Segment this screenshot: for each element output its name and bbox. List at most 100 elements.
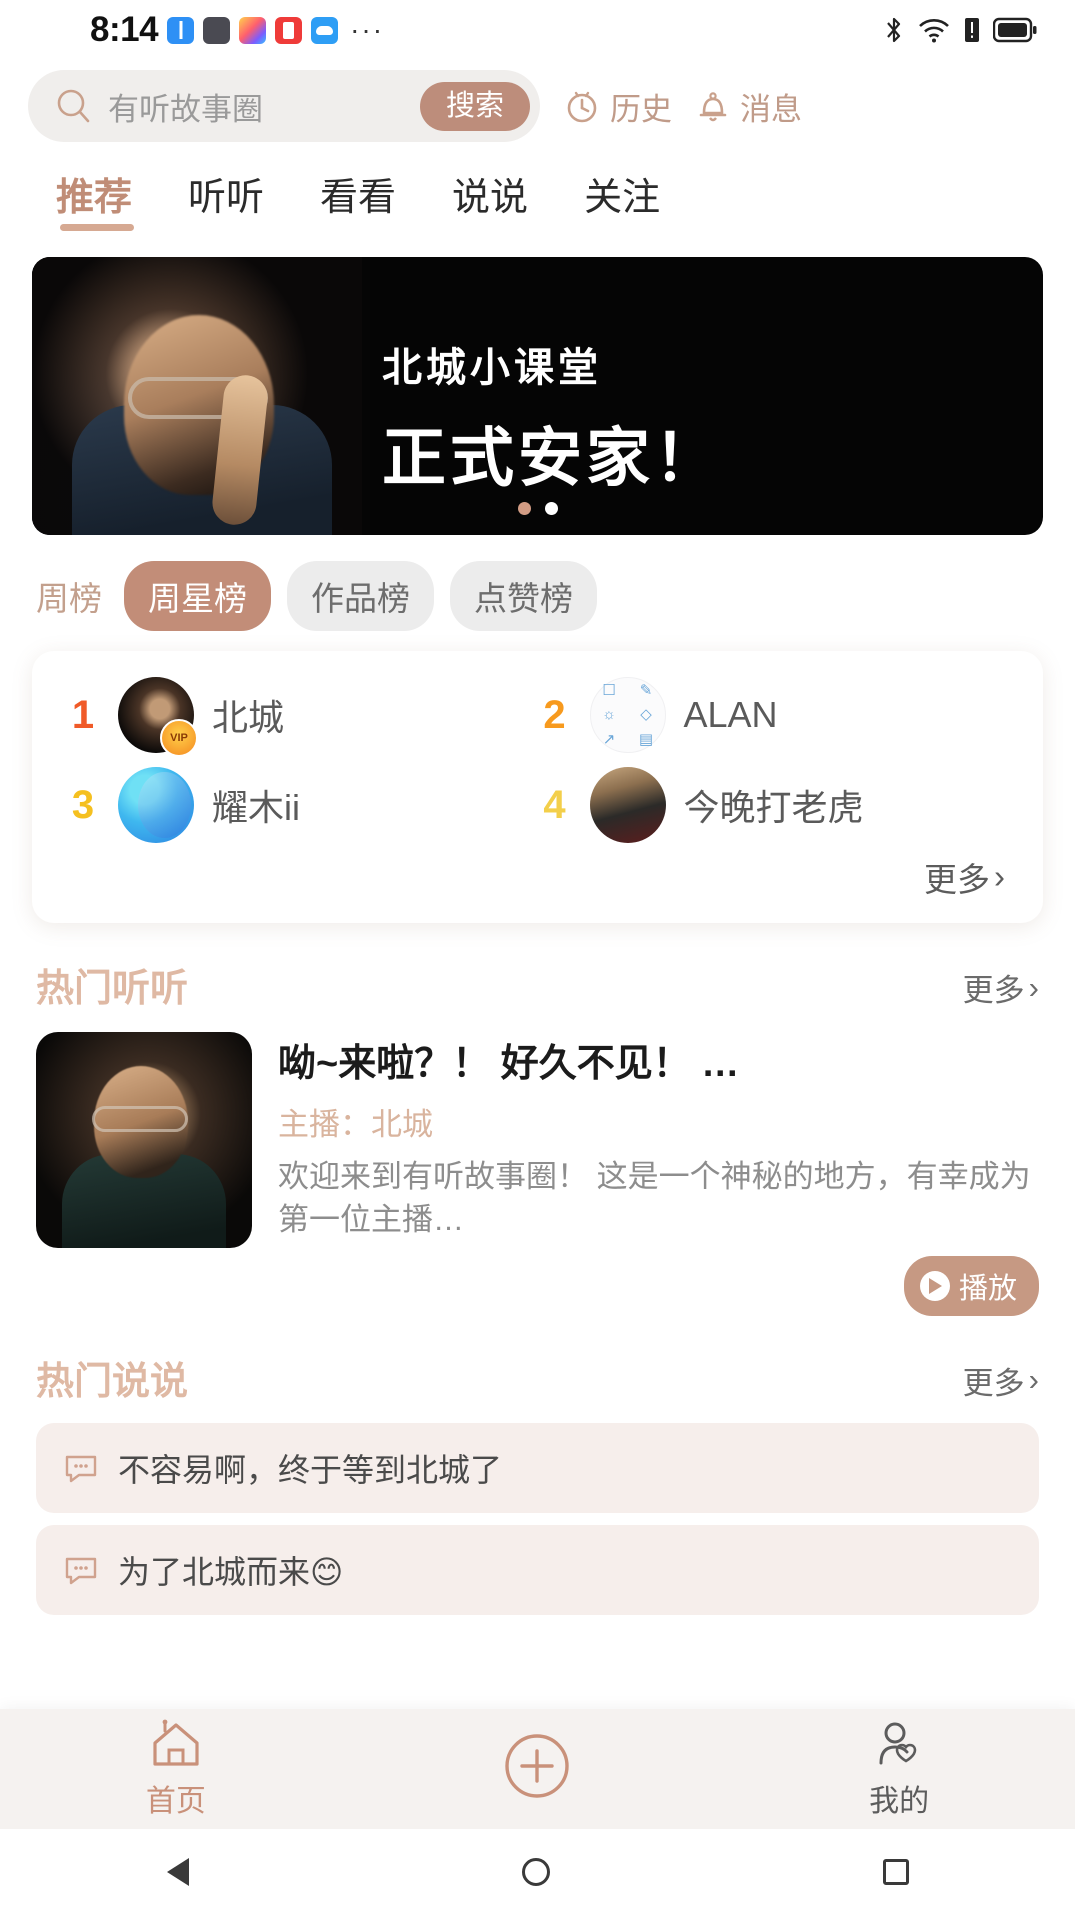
audio-card[interactable]: 呦~来啦？！ 好久不见！ … 主播：北城 欢迎来到有听故事圈！ 这是一个神秘的地… [0, 1012, 1075, 1316]
list-item[interactable]: 不容易啊，终于等到北城了 [36, 1422, 1039, 1513]
category-tabs: 推荐 听听 看看 说说 关注 [0, 152, 1075, 235]
history-label: 历史 [610, 91, 672, 127]
nav-item-create[interactable] [497, 1726, 577, 1806]
nav-label-home: 首页 [145, 1785, 206, 1818]
audio-thumbnail [36, 1032, 252, 1248]
search-icon [57, 89, 90, 123]
bulb-glyph: ☼ [602, 706, 616, 724]
sim-alert-icon [965, 18, 979, 42]
tab-watch[interactable]: 看看 [292, 166, 424, 235]
banner-text: 北城小课堂 正式安家！ [382, 335, 722, 499]
chip-like-rank[interactable]: 点赞榜 [450, 561, 597, 631]
message-label: 消息 [740, 91, 802, 127]
cloud-app-icon [311, 16, 339, 44]
status-bar-right [883, 15, 1037, 45]
tag-glyph: ◇ [640, 706, 652, 724]
history-clock-icon [567, 91, 597, 123]
rank-user-name: ALAN [683, 694, 778, 735]
search-bar[interactable]: 有听故事圈 搜索 [28, 70, 540, 142]
hot-talk-more-label: 更多 [962, 1365, 1025, 1401]
rank-item-2[interactable]: 2 ☐ ✎ ☼ ◇ ↗ ▤ ALAN [538, 677, 1010, 753]
avatar [118, 767, 194, 843]
red-app-icon [275, 16, 303, 44]
comment-bubble-icon [65, 1557, 97, 1584]
hot-talk-more-button[interactable]: 更多 › [963, 1358, 1039, 1403]
search-input[interactable]: 有听故事圈 [108, 84, 406, 129]
play-icon [919, 1270, 950, 1301]
overflow-dots-icon: ··· [350, 14, 385, 45]
stack-glyph: ▤ [638, 731, 654, 749]
banner-title: 正式安家！ [382, 422, 722, 494]
tab-follow[interactable]: 关注 [556, 166, 688, 235]
nav-label-profile: 我的 [869, 1785, 930, 1818]
history-button[interactable]: 历史 [562, 84, 672, 129]
banner-dot-1[interactable] [517, 502, 531, 515]
home-icon [153, 1719, 199, 1766]
audio-play-row: 播放 [278, 1255, 1039, 1316]
status-bar-left: 8:14 ··· [90, 10, 384, 50]
plus-icon [505, 1734, 570, 1798]
chevron-right-icon: › [1028, 1362, 1039, 1398]
avatar [118, 677, 198, 757]
rank-number: 4 [543, 782, 566, 827]
pen-glyph: ✎ [639, 681, 653, 699]
audio-host: 主播：北城 [278, 1099, 1039, 1144]
rank-user-name: 耀木ii [212, 787, 300, 828]
message-button[interactable]: 消息 [694, 84, 802, 129]
comment-text: 为了北城而来😊 [118, 1553, 344, 1590]
chart-glyph: ↗ [602, 731, 616, 749]
audio-description: 欢迎来到有听故事圈！ 这是一个神秘的地方，有幸成为第一位主播… [278, 1159, 1031, 1237]
battery-icon [993, 17, 1037, 43]
nav-item-profile[interactable]: 我的 [869, 1718, 929, 1820]
status-time: 8:14 [90, 10, 159, 49]
chip-week-rank[interactable]: 周榜 [36, 561, 108, 631]
rank-item-1[interactable]: 1 北城 [66, 677, 538, 757]
rank-number: 3 [71, 782, 95, 827]
audio-host-label: 主播： [278, 1107, 371, 1142]
avatar: ☐ ✎ ☼ ◇ ↗ ▤ [589, 677, 666, 753]
rank-grid: 1 北城 2 ☐ ✎ ☼ ◇ ↗ ▤ ALAN 3 耀木ii 4 今晚打老虎 [66, 677, 1009, 843]
comment-list: 不容易啊，终于等到北城了 为了北城而来😊 [36, 1422, 1039, 1615]
camera-glyph: ☐ [602, 681, 616, 699]
tab-recommend[interactable]: 推荐 [34, 166, 160, 235]
audio-host-name: 北城 [371, 1107, 433, 1142]
dark-app-icon [203, 16, 231, 44]
rank-item-3[interactable]: 3 耀木ii [66, 767, 538, 843]
recents-icon[interactable] [882, 1859, 909, 1885]
section-title-hot-listen: 热门听听 [36, 968, 189, 1010]
rank-item-4[interactable]: 4 今晚打老虎 [538, 767, 1010, 843]
battery-app-icon [167, 16, 195, 44]
rank-user-name: 今晚打老虎 [683, 787, 864, 828]
rank-more-button[interactable]: 更多 › [66, 843, 1009, 905]
chip-work-rank[interactable]: 作品榜 [287, 561, 434, 631]
status-bar: 8:14 ··· [0, 0, 1075, 60]
chip-week-star-rank[interactable]: 周星榜 [124, 561, 271, 631]
wifi-icon [919, 19, 949, 43]
android-navigation-bar [0, 1829, 1075, 1915]
header-search-row: 有听故事圈 搜索 历史 消息 [0, 60, 1075, 152]
tab-talk[interactable]: 说说 [424, 166, 556, 235]
back-icon[interactable] [166, 1858, 189, 1886]
list-item[interactable]: 为了北城而来😊 [36, 1524, 1039, 1615]
search-button[interactable]: 搜索 [419, 81, 530, 131]
rank-card: 1 北城 2 ☐ ✎ ☼ ◇ ↗ ▤ ALAN 3 耀木ii 4 今晚打老虎 [32, 651, 1043, 923]
rank-filter-chips: 周榜 周星榜 作品榜 点赞榜 [0, 535, 1075, 631]
chevron-right-icon: › [994, 858, 1005, 895]
profile-icon [879, 1722, 917, 1765]
tab-listen[interactable]: 听听 [160, 166, 292, 235]
home-circle-icon[interactable] [521, 1858, 550, 1886]
rank-number: 1 [71, 692, 95, 737]
rainbow-app-icon [239, 16, 267, 44]
hot-listen-more-button[interactable]: 更多 › [963, 965, 1039, 1010]
audio-title: 呦~来啦？！ 好久不见！ … [278, 1043, 740, 1085]
play-label: 播放 [958, 1272, 1017, 1305]
banner-dot-2[interactable] [544, 502, 558, 515]
nav-item-home[interactable]: 首页 [146, 1718, 206, 1820]
bottom-navigation: 首页 我的 [0, 1709, 1075, 1829]
banner-pagination[interactable] [517, 502, 558, 515]
promo-banner[interactable]: 北城小课堂 正式安家！ [32, 257, 1043, 535]
rank-user-name: 北城 [212, 697, 285, 738]
rank-more-label: 更多 [924, 861, 990, 898]
play-button[interactable]: 播放 [903, 1255, 1039, 1316]
banner-subtitle: 北城小课堂 [382, 346, 602, 390]
